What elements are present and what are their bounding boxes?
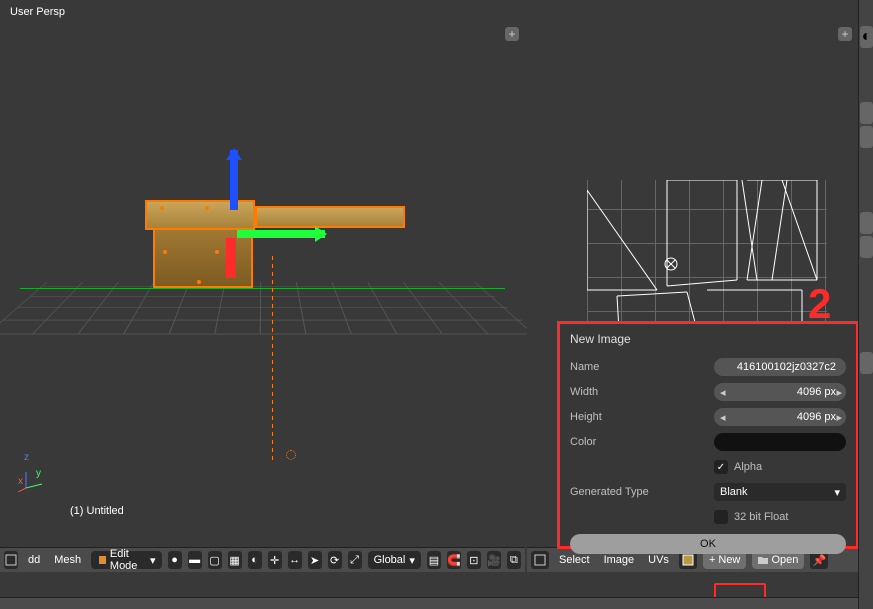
render-icon[interactable]: 🎥 [487, 551, 501, 569]
add-region-icon[interactable]: + [838, 27, 852, 41]
rail-modifier-icon[interactable] [860, 236, 873, 258]
snap-type-icon[interactable]: ⊡ [467, 551, 481, 569]
viewport-3d-toolbar: dd Mesh Edit Mode▾ ● ▬ ▢ ▦ ◐ ✛ ↔ ➤ ⟳ ⤢ G… [0, 547, 525, 572]
gizmo-y-icon[interactable] [237, 230, 325, 238]
mode-select[interactable]: Edit Mode▾ [91, 551, 161, 569]
limit-sel-icon[interactable]: ▦ [228, 551, 242, 569]
manip-rotate-icon[interactable]: ⟳ [328, 551, 342, 569]
alpha-label: Alpha [734, 461, 762, 473]
sel-face-icon[interactable]: ▢ [208, 551, 222, 569]
field-gentype-label: Generated Type [570, 486, 710, 498]
image-name-label: (1) Untitled [70, 505, 124, 517]
float-checkbox[interactable] [714, 510, 728, 524]
rail-collapse-icon[interactable]: ◐ [860, 26, 873, 48]
gizmo-z-icon[interactable] [230, 150, 238, 210]
editor-type-icon[interactable] [531, 551, 549, 569]
rail-material-icon[interactable] [860, 352, 873, 374]
axis-legend: z y x [18, 470, 46, 492]
popup-title: New Image [570, 332, 846, 346]
copy-icon[interactable]: ⧉ [507, 551, 521, 569]
motion-trail [272, 255, 273, 460]
manipulator-toggle-icon[interactable]: ↔ [288, 551, 302, 569]
new-image-popup: New Image Name 416100102jz0327c2 Width ◂… [557, 321, 859, 549]
ok-button[interactable]: OK [570, 534, 846, 554]
sel-vertex-icon[interactable]: ● [168, 551, 182, 569]
manip-translate-icon[interactable]: ➤ [308, 551, 322, 569]
editmode-icon [97, 554, 106, 566]
rail-object-icon[interactable] [860, 212, 873, 234]
view-label: User Persp [10, 6, 65, 18]
alpha-checkbox[interactable] [714, 460, 728, 474]
menu-dd[interactable]: dd [24, 554, 44, 566]
pivot-icon[interactable]: ✛ [268, 551, 282, 569]
snap-icon[interactable]: 🧲 [447, 551, 461, 569]
float-label: 32 bit Float [734, 511, 788, 523]
shading-icon[interactable]: ◐ [248, 551, 262, 569]
field-color-swatch[interactable] [714, 433, 846, 451]
menu-image[interactable]: Image [600, 554, 639, 566]
editor-type-icon[interactable] [4, 551, 18, 569]
field-color-label: Color [570, 436, 710, 448]
rail-world-icon[interactable] [860, 126, 873, 148]
manip-scale-icon[interactable]: ⤢ [348, 551, 362, 569]
info-bar [0, 597, 858, 609]
motion-trail-end [286, 450, 296, 460]
viewport-3d-canvas[interactable]: User Persp + z y x (1) Untitled [0, 0, 525, 547]
properties-rail[interactable]: ◐ [858, 0, 873, 609]
sel-edge-icon[interactable]: ▬ [188, 551, 202, 569]
field-gentype-select[interactable]: Blank▾ [714, 483, 846, 501]
field-height-input[interactable]: ◂4096 px▸ [714, 408, 846, 426]
mesh-object[interactable] [145, 200, 395, 290]
menu-mesh[interactable]: Mesh [50, 554, 85, 566]
gizmo-x-icon[interactable] [226, 238, 236, 278]
orientation-select[interactable]: Global▾ [368, 551, 421, 569]
layers-icon[interactable]: ▤ [427, 551, 441, 569]
field-height-label: Height [570, 411, 710, 423]
annotation-step: 2 [808, 280, 831, 328]
rail-render-icon[interactable] [860, 102, 873, 124]
field-name-label: Name [570, 361, 710, 373]
field-width-input[interactable]: ◂4096 px▸ [714, 383, 846, 401]
folder-icon [758, 555, 768, 565]
field-width-label: Width [570, 386, 710, 398]
viewport-3d[interactable]: User Persp + z y x (1) Untitled dd Mesh … [0, 0, 525, 572]
add-region-icon[interactable]: + [505, 27, 519, 41]
menu-select[interactable]: Select [555, 554, 594, 566]
menu-uvs[interactable]: UVs [644, 554, 673, 566]
field-name-input[interactable]: 416100102jz0327c2 [714, 358, 846, 376]
